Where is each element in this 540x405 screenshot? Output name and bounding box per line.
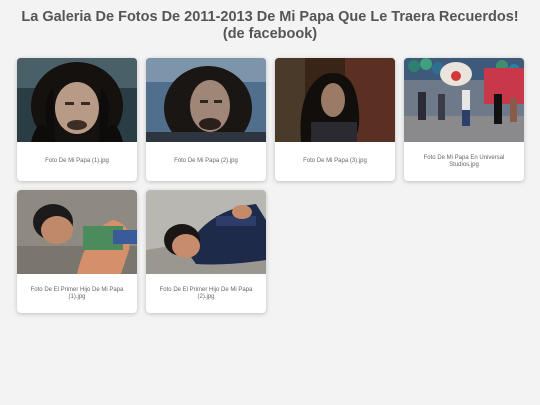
photo-thumbnail[interactable] bbox=[17, 58, 137, 142]
photo-caption[interactable]: Foto De El Primer Hijo De Mi Papa (1).jp… bbox=[17, 274, 137, 313]
photo-thumbnail[interactable] bbox=[17, 190, 137, 274]
photo-thumbnail[interactable] bbox=[275, 58, 395, 142]
photo-card[interactable]: Foto De El Primer Hijo De Mi Papa (1).jp… bbox=[17, 190, 137, 313]
photo-thumbnail[interactable] bbox=[146, 190, 266, 274]
photo-thumbnail[interactable] bbox=[146, 58, 266, 142]
photo-card[interactable]: Foto De Mi Papa En Universal Studios.jpg bbox=[404, 58, 524, 181]
page-title: La Galeria De Fotos De 2011-2013 De Mi P… bbox=[21, 9, 519, 42]
photo-caption[interactable]: Foto De El Primer Hijo De Mi Papa (2).jp… bbox=[146, 274, 266, 313]
photo-caption[interactable]: Foto De Mi Papa (3).jpg bbox=[275, 142, 395, 181]
photo-card[interactable]: Foto De Mi Papa (2).jpg bbox=[146, 58, 266, 181]
photo-card[interactable]: Foto De Mi Papa (1).jpg bbox=[17, 58, 137, 181]
photo-caption[interactable]: Foto De Mi Papa (1).jpg bbox=[17, 142, 137, 181]
gallery-page: La Galeria De Fotos De 2011-2013 De Mi P… bbox=[0, 0, 540, 405]
photo-caption[interactable]: Foto De Mi Papa (2).jpg bbox=[146, 142, 266, 181]
photo-caption[interactable]: Foto De Mi Papa En Universal Studios.jpg bbox=[404, 142, 524, 181]
photo-card[interactable]: Foto De Mi Papa (3).jpg bbox=[275, 58, 395, 181]
photo-thumbnail[interactable] bbox=[404, 58, 524, 142]
photo-card[interactable]: Foto De El Primer Hijo De Mi Papa (2).jp… bbox=[146, 190, 266, 313]
photo-gallery: Foto De Mi Papa (1).jpg Foto De Mi Papa … bbox=[17, 58, 524, 313]
